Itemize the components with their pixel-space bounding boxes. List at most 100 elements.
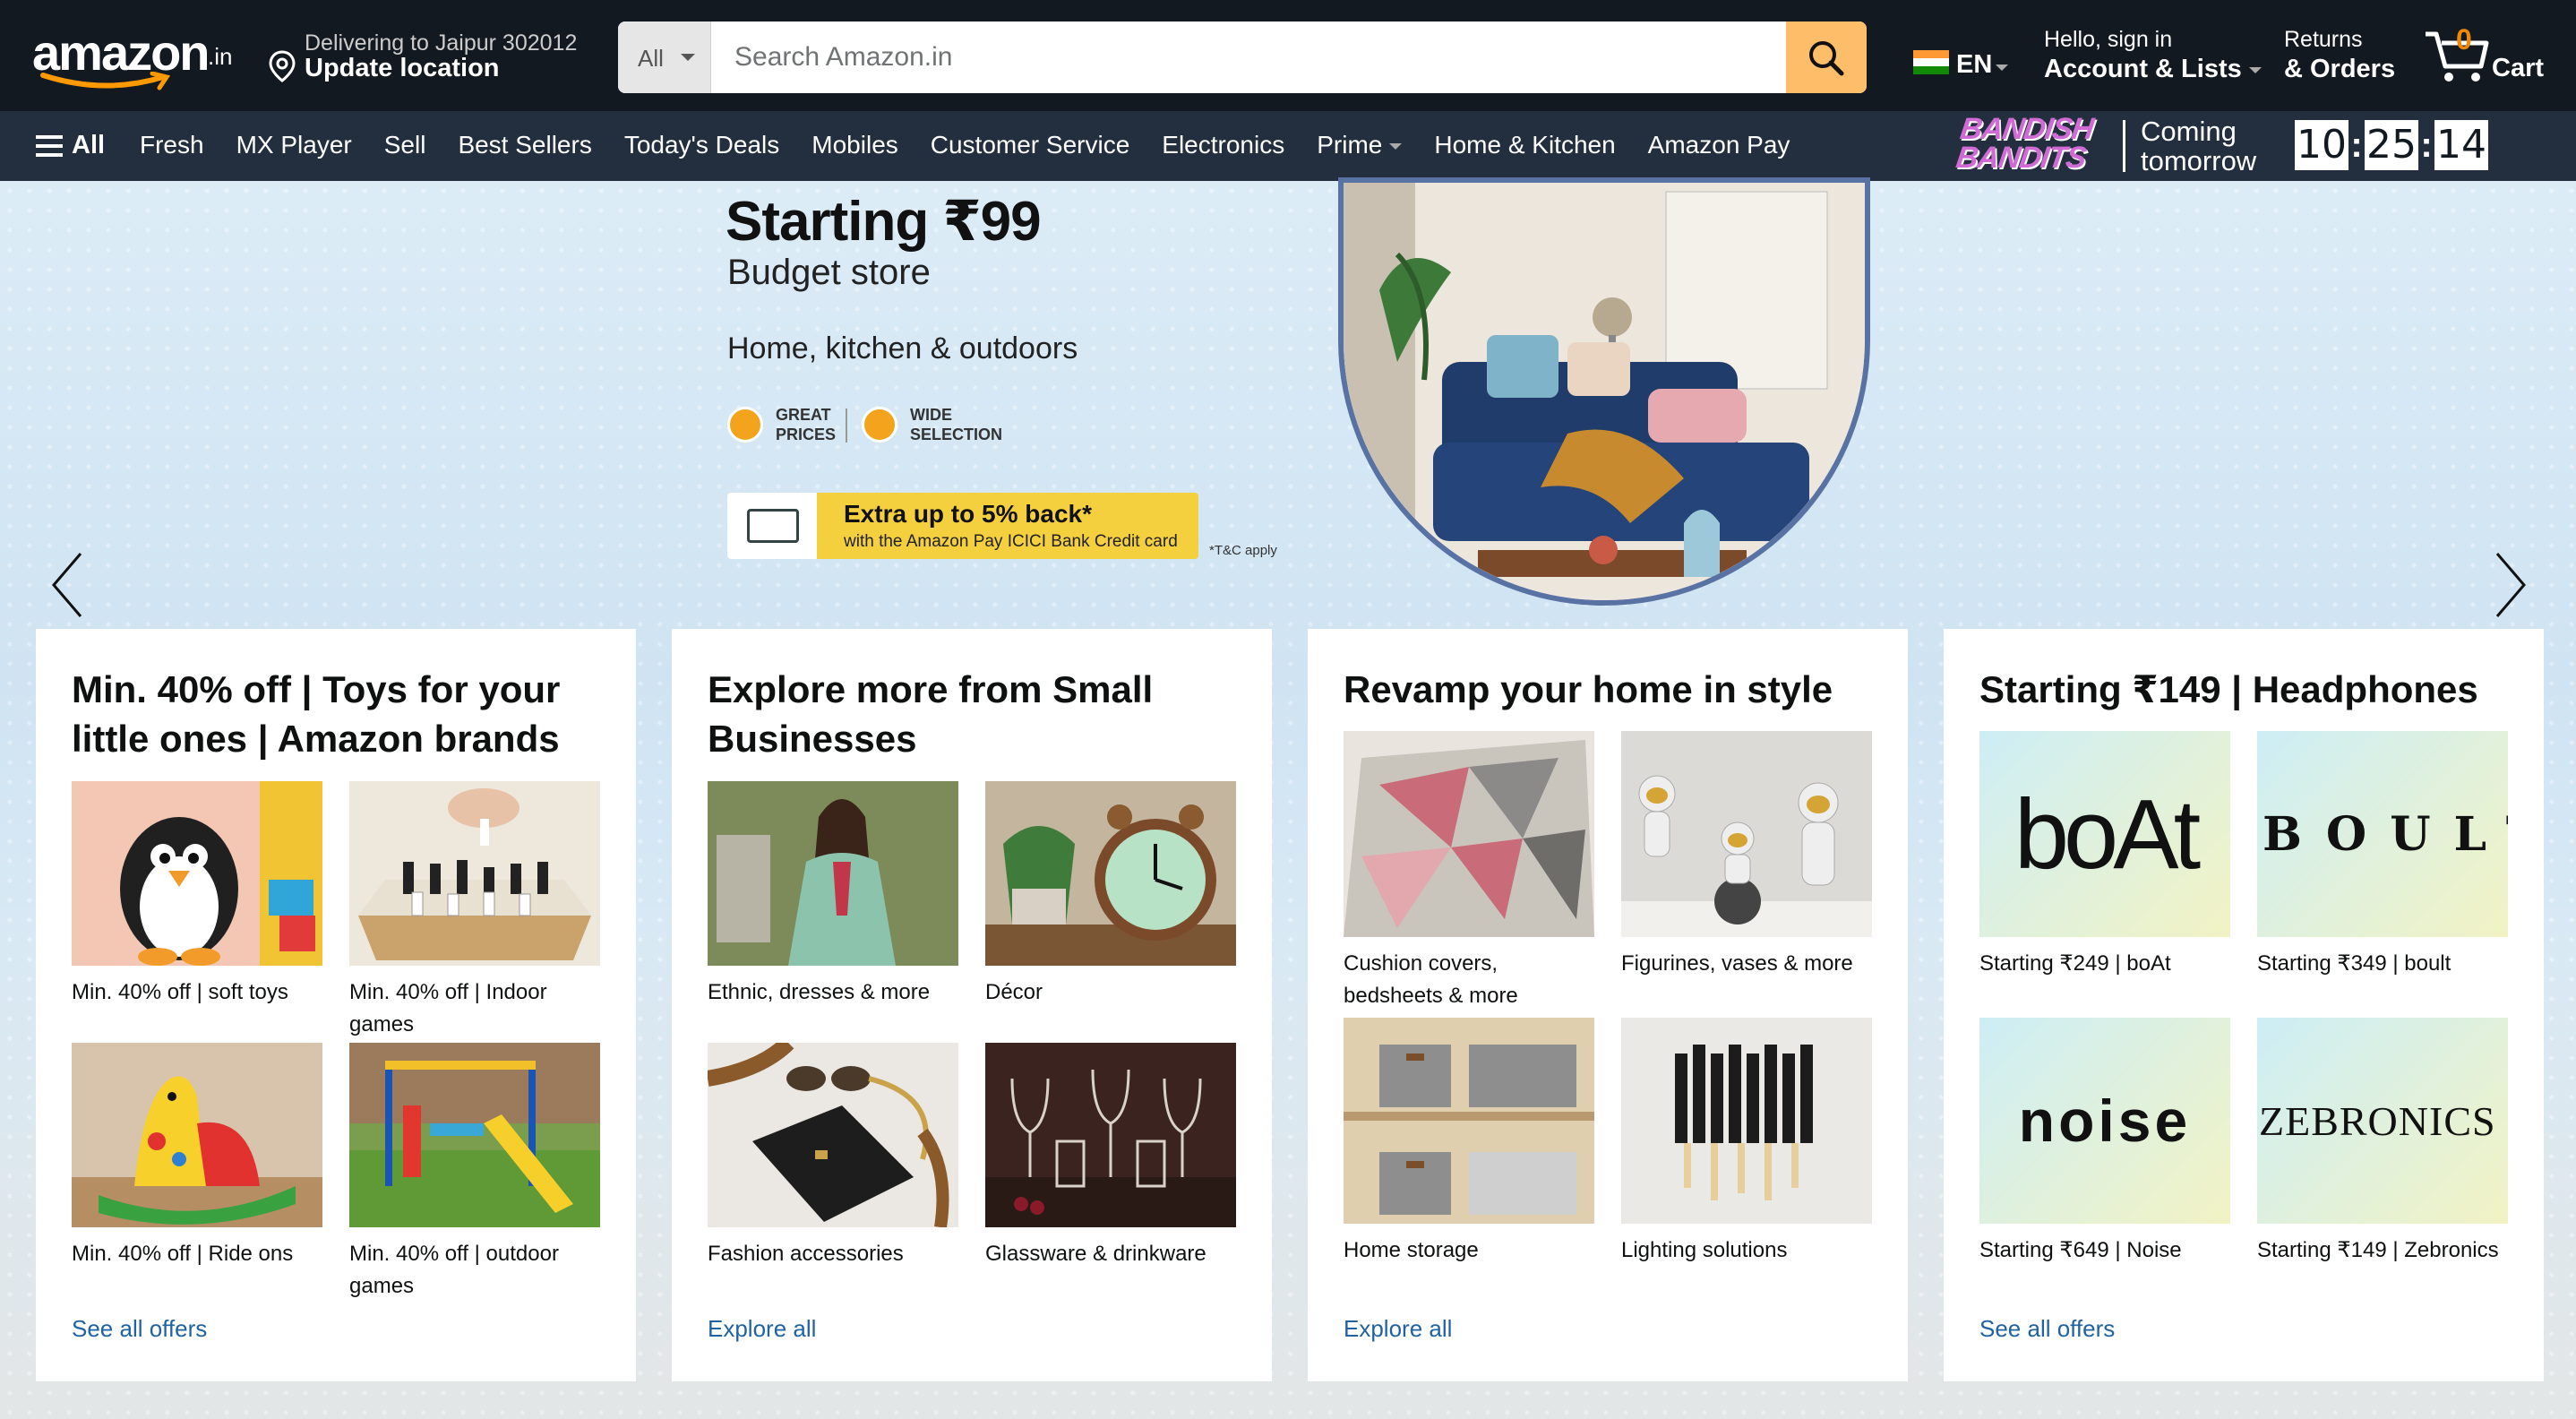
- see-all-offers-link[interactable]: See all offers: [1979, 1315, 2115, 1343]
- boat-brand-image: boAt: [1979, 731, 2230, 937]
- account-menu[interactable]: Hello, sign in Account & Lists: [2044, 27, 2262, 84]
- chess-board-illustration: [358, 788, 591, 960]
- chevron-down-icon: [681, 54, 695, 61]
- see-all-offers-link[interactable]: See all offers: [72, 1315, 207, 1343]
- tile-caption: Min. 40% off | outdoor games: [349, 1242, 559, 1298]
- nav-item-sell[interactable]: Sell: [384, 131, 426, 159]
- hero-headline[interactable]: Starting ₹99: [726, 188, 1042, 254]
- carousel-prev-icon[interactable]: [43, 545, 97, 625]
- promo-divider: [2123, 120, 2125, 172]
- bank-offer-banner[interactable]: Extra up to 5% back* with the Amazon Pay…: [727, 493, 1198, 559]
- lighting-image: [1621, 1018, 1872, 1224]
- tile-ride-ons[interactable]: Min. 40% off | Ride ons: [72, 1043, 322, 1270]
- explore-all-link[interactable]: Explore all: [1344, 1315, 1452, 1343]
- show-promo-banner[interactable]: BANDISH BANDITS Coming tomorrow: [1954, 112, 2280, 177]
- timer-colon: :: [2350, 125, 2363, 165]
- returns-orders[interactable]: Returns & Orders: [2284, 27, 2395, 84]
- zebronics-logo-text: ZEBRONICS: [2259, 1097, 2496, 1144]
- category-nav-bar: All Fresh MX Player Sell Best Sellers To…: [0, 111, 2576, 181]
- nav-item-mx-player[interactable]: MX Player: [236, 131, 352, 159]
- hamburger-icon: [36, 135, 63, 157]
- tile-glassware[interactable]: Glassware & drinkware: [985, 1043, 1236, 1270]
- cushion-covers-image: [1344, 731, 1594, 937]
- search-icon: [1809, 41, 1844, 76]
- boat-logo: boAt: [1979, 731, 2230, 937]
- top-nav-bar: amazon .in Delivering to Jaipur 302012 U…: [0, 0, 2576, 111]
- tile-soft-toys[interactable]: Min. 40% off | soft toys: [72, 781, 322, 1009]
- astronaut-figurines-illustration: [1621, 775, 1872, 937]
- tile-zebronics[interactable]: ZEBRONICS Starting ₹149 | Zebronics: [2257, 1018, 2508, 1267]
- fashion-accessories-image: [708, 1043, 958, 1227]
- nav-item-prime[interactable]: Prime: [1317, 131, 1403, 159]
- tile-caption: Starting ₹649 | Noise: [1979, 1238, 2182, 1262]
- search-input[interactable]: [711, 22, 1777, 93]
- bank-offer-icon-area: [727, 493, 817, 559]
- cart-button[interactable]: 0 Cart: [2424, 23, 2558, 91]
- alarm-clock-illustration: [985, 804, 1236, 966]
- penguin-toy-illustration: [120, 781, 322, 966]
- countdown-timer: 10 : 25 : 14: [2295, 120, 2488, 170]
- tile-boult[interactable]: BOULT Starting ₹349 | boult: [2257, 731, 2508, 980]
- all-menu-label: All: [72, 131, 106, 159]
- tile-caption: Glassware & drinkware: [985, 1242, 1206, 1266]
- nav-item-prime-label: Prime: [1317, 131, 1383, 159]
- chandelier-illustration: [1675, 1045, 1813, 1200]
- language-code: EN: [1956, 50, 1993, 79]
- ride-on-toy-illustration: [72, 1076, 322, 1227]
- nav-item-customer-service[interactable]: Customer Service: [931, 131, 1130, 159]
- explore-all-link[interactable]: Explore all: [708, 1315, 816, 1343]
- badge1-line2: PRICES: [776, 426, 837, 443]
- tile-boat[interactable]: boAt Starting ₹249 | boAt: [1979, 731, 2230, 980]
- card-title: Starting ₹149 | Headphones: [1979, 668, 2478, 710]
- card-title: Min. 40% off | Toys for your little ones…: [72, 668, 561, 760]
- nav-item-home-kitchen[interactable]: Home & Kitchen: [1434, 131, 1615, 159]
- tile-fashion-accessories[interactable]: Fashion accessories: [708, 1043, 958, 1270]
- search-button[interactable]: [1786, 22, 1867, 93]
- nav-item-fresh[interactable]: Fresh: [140, 131, 204, 159]
- timer-colon: :: [2420, 125, 2433, 165]
- search-bar: All: [618, 22, 1867, 93]
- nav-item-amazon-pay[interactable]: Amazon Pay: [1648, 131, 1790, 159]
- nav-item-todays-deals[interactable]: Today's Deals: [624, 131, 779, 159]
- nav-item-electronics[interactable]: Electronics: [1162, 131, 1284, 159]
- timer-hours: 10: [2295, 120, 2348, 170]
- nav-item-best-sellers[interactable]: Best Sellers: [458, 131, 591, 159]
- tile-home-storage[interactable]: Home storage: [1344, 1018, 1594, 1267]
- accessories-illustration: [708, 1043, 949, 1227]
- carousel-next-icon[interactable]: [2481, 545, 2535, 625]
- tile-decor[interactable]: Décor: [985, 781, 1236, 1009]
- chevron-down-icon: [2248, 66, 2262, 73]
- tile-noise[interactable]: noise Starting ₹649 | Noise: [1979, 1018, 2230, 1267]
- all-menu-button[interactable]: All: [36, 131, 105, 160]
- tile-indoor-games[interactable]: Min. 40% off | Indoor games: [349, 781, 600, 1041]
- tile-ethnic-dresses[interactable]: Ethnic, dresses & more: [708, 781, 958, 1009]
- tile-caption: Cushion covers, bedsheets & more: [1344, 951, 1518, 1008]
- tile-caption: Ethnic, dresses & more: [708, 980, 931, 1004]
- amazon-logo[interactable]: amazon .in: [32, 23, 247, 91]
- search-category-select[interactable]: All: [618, 22, 711, 93]
- delivery-line1: Delivering to Jaipur 302012: [305, 30, 578, 56]
- card-title: Revamp your home in style: [1344, 668, 1833, 710]
- nav-item-mobiles[interactable]: Mobiles: [811, 131, 897, 159]
- show-logo-line1: BANDISH: [1958, 112, 2096, 146]
- soft-toys-image: [72, 781, 322, 966]
- chevron-down-icon: [1996, 64, 2008, 71]
- card-title: Explore more from Small Businesses: [708, 668, 1154, 760]
- tile-caption: Lighting solutions: [1621, 1238, 1788, 1262]
- glassware-illustration: [985, 1069, 1236, 1227]
- ethnic-dress-illustration: [708, 781, 958, 966]
- noise-logo: noise: [1979, 1018, 2230, 1224]
- tile-lighting[interactable]: Lighting solutions: [1621, 1018, 1872, 1267]
- boult-logo-text: BOULT: [2263, 806, 2508, 862]
- hero-category-line: Home, kitchen & outdoors: [727, 331, 1078, 366]
- location-pin-icon: [269, 50, 296, 82]
- cart-count: 0: [2456, 23, 2472, 56]
- cart-label: Cart: [2492, 54, 2545, 82]
- tile-figurines[interactable]: Figurines, vases & more: [1621, 731, 1872, 980]
- boat-logo-text: boAt: [2014, 778, 2201, 890]
- tile-outdoor-games[interactable]: Min. 40% off | outdoor games: [349, 1043, 600, 1303]
- badge1-line1: GREAT: [776, 406, 831, 424]
- tile-cushion-covers[interactable]: Cushion covers, bedsheets & more: [1344, 731, 1594, 1012]
- orders-label: & Orders: [2284, 55, 2396, 83]
- update-location-label: Update location: [305, 54, 500, 82]
